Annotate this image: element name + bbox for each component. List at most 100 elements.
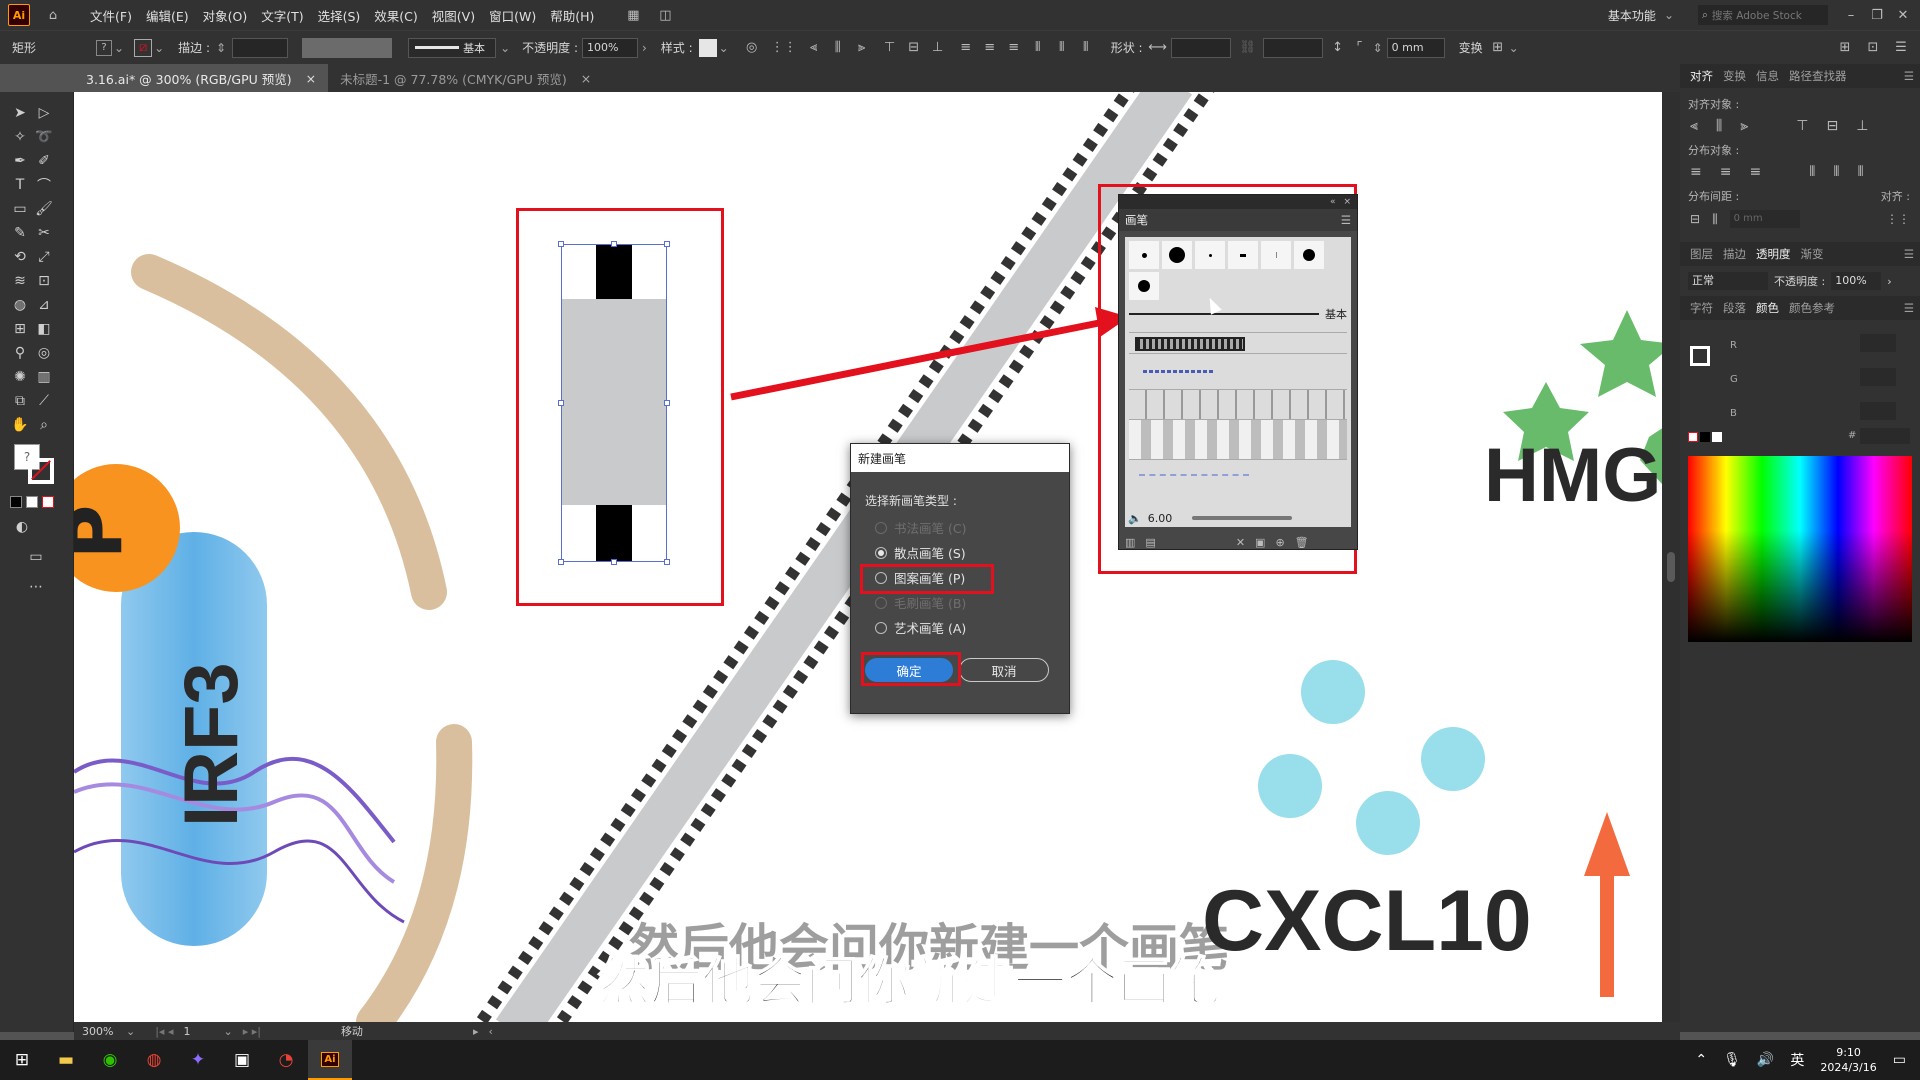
- distribute-top-icon[interactable]: ≡: [1690, 164, 1702, 180]
- none-mode-icon[interactable]: [42, 496, 54, 508]
- recolor-icon[interactable]: ◎: [743, 39, 761, 57]
- close-icon[interactable]: ✕: [1894, 6, 1912, 24]
- tab-transform[interactable]: 变换: [1723, 68, 1746, 84]
- corner-type-icon[interactable]: ⌜: [1351, 39, 1369, 57]
- zoom-tool-icon[interactable]: ⌕: [32, 414, 56, 436]
- pencil-tool-icon[interactable]: ✎: [8, 222, 32, 244]
- chevron-down-icon[interactable]: ⌄: [154, 41, 164, 55]
- hand-tool-icon[interactable]: ✋: [8, 414, 32, 436]
- tab-color-guide[interactable]: 颜色参考: [1789, 300, 1835, 316]
- home-icon[interactable]: ⌂: [44, 6, 62, 24]
- none-swatch[interactable]: [1688, 432, 1698, 442]
- panel-menu-icon[interactable]: ☰: [1341, 213, 1351, 227]
- distribute-hspace-icon[interactable]: ⫼: [1712, 212, 1718, 227]
- blend-mode-dropdown[interactable]: 正常: [1688, 272, 1768, 290]
- distribute-vcenter-icon[interactable]: ≡: [981, 39, 999, 57]
- distribute-right-icon[interactable]: ⦀: [1858, 164, 1864, 180]
- stroke-swatch-icon[interactable]: ⧄: [134, 38, 153, 57]
- vertical-scrollbar[interactable]: [1662, 92, 1680, 1022]
- column-graph-tool-icon[interactable]: ▥: [32, 366, 56, 388]
- new-brush-icon[interactable]: ⊕: [1275, 536, 1284, 549]
- tab-gradient[interactable]: 渐变: [1801, 246, 1824, 262]
- illustrator-taskbar-icon[interactable]: Ai: [308, 1040, 352, 1080]
- volume-icon[interactable]: 🔊: [1757, 1052, 1774, 1068]
- distribute-left-icon[interactable]: ⦀: [1029, 39, 1047, 57]
- brush-swatch[interactable]: [1129, 272, 1159, 300]
- shape-builder-tool-icon[interactable]: ◍: [8, 294, 32, 316]
- selection-tool-icon[interactable]: ➤: [8, 102, 32, 124]
- close-tab-icon[interactable]: ×: [581, 71, 591, 86]
- chevron-down-icon[interactable]: ⌄: [719, 41, 729, 55]
- align-to-icon[interactable]: ⋮⋮: [771, 39, 797, 57]
- brushes-panel-title[interactable]: 画笔: [1125, 212, 1148, 228]
- graphic-style-swatch[interactable]: [698, 38, 717, 57]
- fill-stroke-widget[interactable]: ?: [14, 444, 60, 490]
- restore-icon[interactable]: ❐: [1868, 6, 1886, 24]
- menu-file[interactable]: 文件(F): [90, 6, 132, 25]
- color-spectrum[interactable]: [1688, 456, 1912, 642]
- selection-handle[interactable]: [664, 241, 670, 247]
- width-tool-icon[interactable]: ≋: [8, 270, 32, 292]
- panel-menu-icon[interactable]: ☰: [1904, 247, 1914, 261]
- chevron-right-icon[interactable]: ▸: [473, 1025, 479, 1038]
- distribute-left-icon[interactable]: ⦀: [1809, 164, 1815, 180]
- selection-handle[interactable]: [558, 400, 564, 406]
- tab-pathfinder[interactable]: 路径查找器: [1789, 68, 1847, 84]
- free-transform-tool-icon[interactable]: ⊡: [32, 270, 56, 292]
- mesh-tool-icon[interactable]: ⊞: [8, 318, 32, 340]
- draw-mode-icon[interactable]: ◐: [10, 516, 34, 538]
- menu-edit[interactable]: 编辑(E): [146, 6, 189, 25]
- arrange-documents-icon[interactable]: ▦: [624, 6, 642, 24]
- menu-help[interactable]: 帮助(H): [550, 6, 594, 25]
- distribute-hcenter-icon[interactable]: ⦀: [1833, 164, 1839, 180]
- transform-options-icon[interactable]: ⊞: [1489, 39, 1507, 57]
- tab-info[interactable]: 信息: [1756, 68, 1779, 84]
- align-hcenter-icon[interactable]: ⫼: [829, 39, 847, 57]
- chevron-up-icon[interactable]: ⌃: [1695, 1052, 1707, 1068]
- selection-handle[interactable]: [558, 559, 564, 565]
- panel-menu-icon[interactable]: ☰: [1904, 69, 1914, 83]
- distribute-right-icon[interactable]: ⦀: [1077, 39, 1095, 57]
- color-mode-icon[interactable]: [10, 496, 22, 508]
- brush-row-basic[interactable]: 基本: [1125, 300, 1351, 322]
- align-top-icon[interactable]: ⊤: [1796, 118, 1808, 134]
- selection-handle[interactable]: [611, 241, 617, 247]
- brush-swatch[interactable]: [1228, 241, 1258, 269]
- tab-layers[interactable]: 图层: [1690, 246, 1713, 262]
- radio-scatter-brush[interactable]: 散点画笔 (S): [875, 540, 1069, 565]
- slice-tool-icon[interactable]: ⟋: [32, 390, 56, 412]
- more-tools-icon[interactable]: ⋯: [24, 576, 48, 598]
- distribute-vcenter-icon[interactable]: ≡: [1720, 164, 1732, 180]
- align-left-icon[interactable]: ⫷: [1690, 118, 1698, 134]
- stroke-swatch-icon[interactable]: [1690, 346, 1710, 366]
- distribute-bottom-icon[interactable]: ≡: [1749, 164, 1761, 180]
- delete-brush-icon[interactable]: 🗑: [1295, 536, 1309, 549]
- menu-view[interactable]: 视图(V): [432, 6, 475, 25]
- brush-definition-dropdown[interactable]: 基本: [408, 37, 497, 58]
- windows-start-icon[interactable]: ⊞: [0, 1040, 44, 1080]
- collapse-panel-icon[interactable]: «: [1330, 197, 1336, 207]
- variable-width-profile[interactable]: [302, 37, 393, 58]
- distribute-vspace-icon[interactable]: ⊟: [1690, 212, 1700, 226]
- align-hcenter-icon[interactable]: ⫼: [1716, 118, 1722, 134]
- brush-row-pattern[interactable]: [1129, 358, 1347, 390]
- wechat-icon[interactable]: ◉: [88, 1040, 132, 1080]
- scroll-left-icon[interactable]: ‹: [488, 1025, 492, 1038]
- brush-row-pattern[interactable]: [1129, 460, 1347, 490]
- white-swatch[interactable]: [1712, 432, 1722, 442]
- opacity-field[interactable]: 100%: [581, 37, 638, 58]
- gpu-icon[interactable]: ◫: [656, 6, 674, 24]
- menu-select[interactable]: 选择(S): [318, 6, 361, 25]
- stroke-swatch-icon[interactable]: [28, 458, 54, 484]
- rotate-tool-icon[interactable]: ⟲: [8, 246, 32, 268]
- line-tool-icon[interactable]: ⌒: [32, 174, 56, 196]
- hex-field[interactable]: [1860, 428, 1910, 444]
- distribute-top-icon[interactable]: ≡: [957, 39, 975, 57]
- magic-wand-tool-icon[interactable]: ✧: [8, 126, 32, 148]
- b-value-field[interactable]: [1860, 402, 1896, 420]
- stroke-weight-field[interactable]: [232, 37, 289, 58]
- g-value-field[interactable]: [1860, 368, 1896, 386]
- panel-menu-icon[interactable]: ☰: [1892, 39, 1910, 57]
- align-bottom-icon[interactable]: ⊥: [1856, 118, 1868, 134]
- type-tool-icon[interactable]: T: [8, 174, 32, 196]
